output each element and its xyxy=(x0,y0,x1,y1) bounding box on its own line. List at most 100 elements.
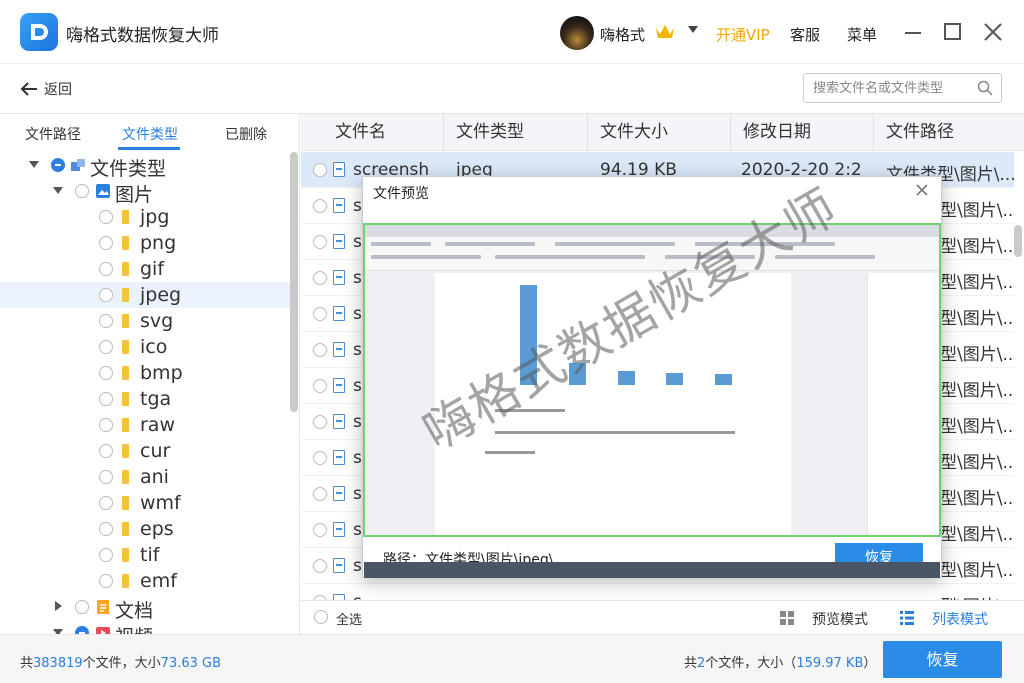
maximize-icon[interactable] xyxy=(944,23,961,40)
tree-node-jpg[interactable]: jpg xyxy=(0,204,290,230)
row-checkbox[interactable] xyxy=(313,343,327,357)
file-icon xyxy=(122,210,129,224)
chevron-down-icon[interactable] xyxy=(29,161,39,168)
tree-checkbox[interactable] xyxy=(75,626,89,634)
tree-checkbox[interactable] xyxy=(99,366,113,380)
list-icon[interactable] xyxy=(899,610,915,626)
tree-node-png[interactable]: png xyxy=(0,230,290,256)
tree-node-bmp[interactable]: bmp xyxy=(0,360,290,386)
tab-underline xyxy=(118,147,180,150)
tree-node-eps[interactable]: eps xyxy=(0,516,290,542)
tree-checkbox[interactable] xyxy=(99,236,113,250)
tree-checkbox[interactable] xyxy=(99,574,113,588)
close-icon[interactable] xyxy=(982,21,1004,43)
cell-name: s xyxy=(353,592,362,600)
search-icon[interactable] xyxy=(977,80,993,96)
minimize-icon[interactable] xyxy=(905,32,921,34)
avatar[interactable] xyxy=(560,16,594,50)
tree-checkbox[interactable] xyxy=(99,418,113,432)
column-header-date[interactable]: 修改日期 xyxy=(731,114,874,151)
table-row[interactable]: s 型\图片\... xyxy=(301,584,1014,600)
tree-checkbox[interactable] xyxy=(99,444,113,458)
tree-checkbox[interactable] xyxy=(99,548,113,562)
row-checkbox[interactable] xyxy=(313,523,327,537)
back-button[interactable]: 返回 xyxy=(20,78,72,100)
tree-node-root[interactable]: 文件类型 xyxy=(0,152,290,180)
cell-path: 型\图片\... xyxy=(940,309,1014,329)
tree-node-ani[interactable]: ani xyxy=(0,464,290,490)
tree-node-jpeg[interactable]: jpeg xyxy=(0,282,290,308)
file-icon xyxy=(122,366,129,380)
chevron-down-icon[interactable] xyxy=(53,187,63,194)
table-header: 文件名 文件类型 文件大小 修改日期 文件路径 xyxy=(301,114,1024,151)
tree-node-pictures[interactable]: 图片 xyxy=(0,178,290,206)
list-mode-button[interactable]: 列表模式 xyxy=(932,609,988,629)
row-checkbox[interactable] xyxy=(313,163,327,177)
row-checkbox[interactable] xyxy=(313,307,327,321)
tree-node-documents[interactable]: 文档 xyxy=(0,594,290,622)
tab-file-type[interactable]: 文件类型 xyxy=(122,124,178,144)
tree-node-ico[interactable]: ico xyxy=(0,334,290,360)
tree-node-cur[interactable]: cur xyxy=(0,438,290,464)
tab-deleted[interactable]: 已删除 xyxy=(225,124,267,144)
preview-bar xyxy=(715,374,732,385)
tree-checkbox[interactable] xyxy=(99,340,113,354)
preview-document xyxy=(435,273,791,535)
tree-node-video[interactable]: 视频 xyxy=(0,620,290,634)
scrollbar[interactable] xyxy=(1014,225,1022,257)
row-checkbox[interactable] xyxy=(313,487,327,501)
column-header-name[interactable]: 文件名 xyxy=(301,114,444,151)
chevron-down-icon[interactable] xyxy=(688,26,698,33)
tree-checkbox[interactable] xyxy=(99,496,113,510)
tree-checkbox[interactable] xyxy=(75,184,89,198)
select-all-label[interactable]: 全选 xyxy=(336,609,362,628)
user-name[interactable]: 嗨格式 xyxy=(600,24,645,45)
tree-label: 视频 xyxy=(115,622,153,634)
preview-image xyxy=(363,223,941,537)
search-input[interactable] xyxy=(804,74,969,102)
vip-link[interactable]: 开通VIP xyxy=(716,24,770,45)
row-checkbox[interactable] xyxy=(313,271,327,285)
left-panel: 文件路径 文件类型 已删除 文件类型 图片 jpg png gif jpeg svg ic… xyxy=(0,114,300,634)
menu-link[interactable]: 菜单 xyxy=(847,24,877,45)
file-icon xyxy=(122,444,129,458)
tree-checkbox[interactable] xyxy=(99,262,113,276)
column-header-size[interactable]: 文件大小 xyxy=(588,114,731,151)
row-checkbox[interactable] xyxy=(313,451,327,465)
column-header-type[interactable]: 文件类型 xyxy=(444,114,588,151)
cell-name: s xyxy=(353,340,362,360)
grid-icon[interactable] xyxy=(779,610,795,626)
row-checkbox[interactable] xyxy=(313,199,327,213)
select-all-checkbox[interactable] xyxy=(314,610,328,624)
tree-node-svg[interactable]: svg xyxy=(0,308,290,334)
row-checkbox[interactable] xyxy=(313,379,327,393)
tree-checkbox[interactable] xyxy=(99,210,113,224)
customer-service-link[interactable]: 客服 xyxy=(790,24,820,45)
preview-mode-button[interactable]: 预览模式 xyxy=(812,609,868,629)
column-header-path[interactable]: 文件路径 xyxy=(874,114,1024,151)
tree-checkbox[interactable] xyxy=(99,392,113,406)
tree-node-tga[interactable]: tga xyxy=(0,386,290,412)
tree-checkbox[interactable] xyxy=(99,314,113,328)
scrollbar[interactable] xyxy=(290,152,298,412)
tree-checkbox[interactable] xyxy=(99,522,113,536)
close-icon[interactable] xyxy=(915,183,929,197)
recover-button[interactable]: 恢复 xyxy=(883,641,1002,678)
row-checkbox[interactable] xyxy=(313,559,327,573)
tab-file-path[interactable]: 文件路径 xyxy=(25,124,81,144)
tree-checkbox[interactable] xyxy=(75,600,89,614)
tree-node-wmf[interactable]: wmf xyxy=(0,490,290,516)
chevron-right-icon[interactable] xyxy=(55,601,62,611)
tree-checkbox[interactable] xyxy=(51,158,65,172)
tree-node-tif[interactable]: tif xyxy=(0,542,290,568)
tree-node-gif[interactable]: gif xyxy=(0,256,290,282)
tree-checkbox[interactable] xyxy=(99,470,113,484)
row-checkbox[interactable] xyxy=(313,415,327,429)
cell-path: 型\图片\... xyxy=(940,525,1014,545)
tree-node-raw[interactable]: raw xyxy=(0,412,290,438)
tree-label: wmf xyxy=(140,492,181,514)
cell-name: s xyxy=(353,484,362,504)
row-checkbox[interactable] xyxy=(313,235,327,249)
tree-node-emf[interactable]: emf xyxy=(0,568,290,594)
tree-checkbox[interactable] xyxy=(99,288,113,302)
